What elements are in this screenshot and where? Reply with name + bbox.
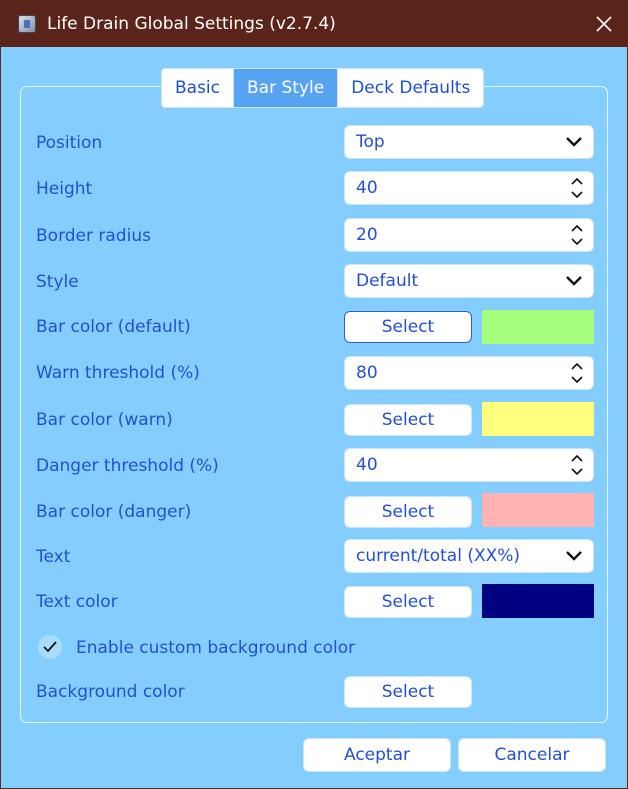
custom-background-label[interactable]: Enable custom background color [76, 638, 355, 658]
border-radius-spinbox[interactable]: 20 [344, 218, 594, 252]
warn-threshold-label: Warn threshold (%) [36, 363, 200, 383]
tab-deck-defaults[interactable]: Deck Defaults [337, 69, 483, 107]
chevron-down-icon [566, 276, 582, 286]
background-color-label: Background color [36, 682, 185, 702]
chevron-down-icon [566, 551, 582, 561]
bar-color-default-label: Bar color (default) [36, 317, 191, 337]
chevron-down-icon [566, 137, 582, 147]
bar-color-danger-swatch [482, 493, 594, 527]
danger-threshold-label: Danger threshold (%) [36, 456, 219, 476]
height-label: Height [36, 179, 93, 199]
cancel-button[interactable]: Cancelar [458, 738, 606, 772]
close-icon [596, 16, 612, 32]
bar-color-warn-swatch [482, 402, 594, 436]
bar-color-warn-select-button[interactable]: Select [344, 404, 472, 436]
spin-arrows-icon[interactable] [571, 223, 583, 247]
position-label: Position [36, 133, 103, 153]
bar-color-default-swatch [482, 310, 594, 344]
tab-bar-style[interactable]: Bar Style [233, 69, 338, 107]
window-title: Life Drain Global Settings (v2.7.4) [47, 14, 336, 34]
text-color-swatch [482, 584, 594, 618]
spin-arrows-icon[interactable] [571, 176, 583, 200]
danger-threshold-value: 40 [356, 455, 378, 475]
warn-threshold-spinbox[interactable]: 80 [344, 356, 594, 390]
height-spinbox[interactable]: 40 [344, 171, 594, 205]
title-bar: Life Drain Global Settings (v2.7.4) [1, 1, 627, 47]
style-select[interactable]: Default [344, 264, 594, 298]
danger-threshold-spinbox[interactable]: 40 [344, 448, 594, 482]
bar-color-danger-label: Bar color (danger) [36, 502, 192, 522]
border-radius-label: Border radius [36, 226, 151, 246]
border-radius-value: 20 [356, 225, 378, 245]
custom-background-checkbox[interactable] [38, 635, 62, 659]
tab-bar: Basic Bar Style Deck Defaults [161, 68, 485, 108]
text-format-select[interactable]: current/total (XX%) [344, 539, 594, 573]
warn-threshold-value: 80 [356, 363, 378, 383]
style-value: Default [356, 271, 419, 291]
bar-color-default-select-button[interactable]: Select [344, 311, 472, 343]
checkmark-icon [43, 641, 57, 653]
bar-color-danger-select-button[interactable]: Select [344, 496, 472, 528]
bar-color-warn-label: Bar color (warn) [36, 410, 173, 430]
position-select[interactable]: Top [344, 125, 594, 159]
app-icon [18, 15, 36, 33]
ok-button[interactable]: Aceptar [303, 738, 451, 772]
background-color-select-button[interactable]: Select [344, 676, 472, 708]
position-value: Top [356, 132, 385, 152]
style-label: Style [36, 272, 79, 292]
text-label: Text [36, 547, 71, 567]
height-value: 40 [356, 178, 378, 198]
text-format-value: current/total (XX%) [356, 546, 521, 566]
spin-arrows-icon[interactable] [571, 453, 583, 477]
spin-arrows-icon[interactable] [571, 361, 583, 385]
tab-basic[interactable]: Basic [162, 69, 233, 107]
text-color-label: Text color [36, 592, 118, 612]
text-color-select-button[interactable]: Select [344, 586, 472, 618]
settings-window: Life Drain Global Settings (v2.7.4) Basi… [0, 0, 628, 789]
close-button[interactable] [581, 1, 627, 47]
